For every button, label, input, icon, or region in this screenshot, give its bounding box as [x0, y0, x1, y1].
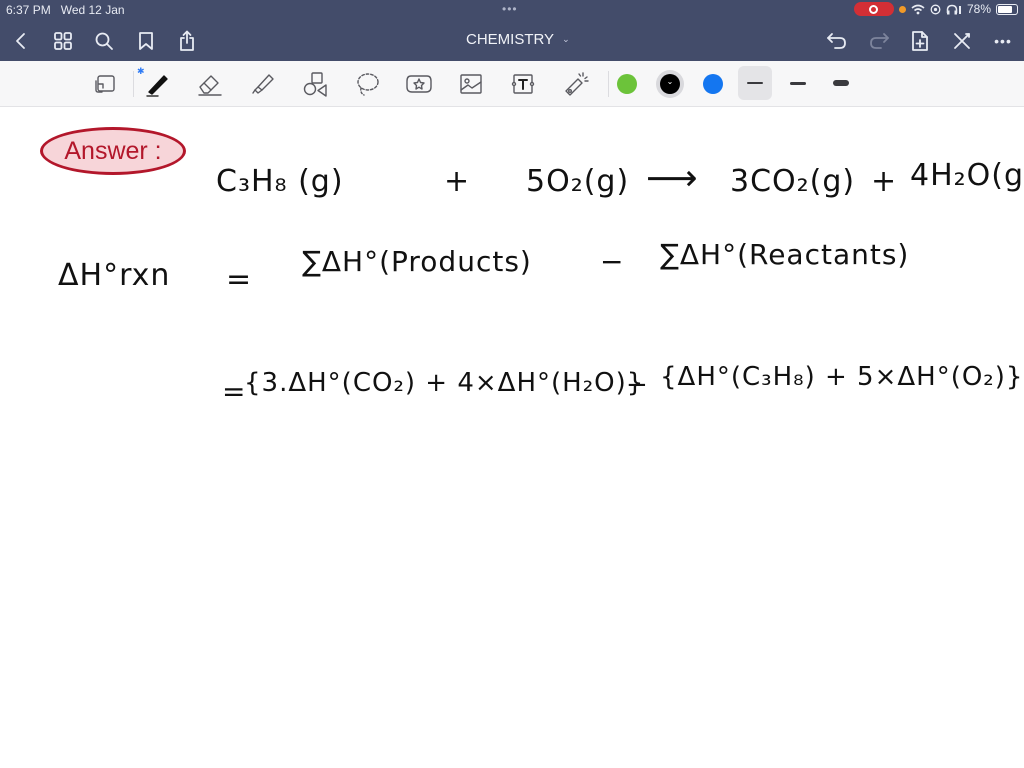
battery-level-fill: [998, 5, 1013, 13]
headphones-icon: [946, 4, 961, 14]
screen-recording-indicator[interactable]: [853, 2, 894, 16]
laser-pointer-icon: [565, 72, 589, 96]
shapes-icon: [303, 72, 327, 97]
reaction-plus: +: [871, 164, 898, 199]
note-canvas[interactable]: [0, 107, 1024, 768]
search-button[interactable]: [91, 28, 117, 54]
add-page-button[interactable]: [907, 28, 933, 54]
status-clock: 6:37 PM: [6, 3, 51, 17]
lasso-icon: [357, 73, 379, 96]
reaction-reactant-propane: C₃H₈ (g): [216, 164, 344, 199]
thick-line-icon: [833, 80, 849, 86]
chevron-down-icon: ⌄: [562, 34, 570, 44]
thin-line-icon: [747, 82, 763, 84]
chevron-down-icon: ⌄: [666, 77, 674, 86]
toolbar-toggle-icon: [95, 75, 115, 93]
sum-products-term: ∑ΔH°(Products): [302, 245, 532, 278]
thickness-medium[interactable]: [781, 66, 815, 100]
search-icon: [95, 32, 113, 50]
answer-badge: Answer :: [40, 127, 186, 175]
wifi-icon: [911, 4, 925, 14]
products-expansion: {3.ΔH°(CO₂) + 4×ΔH°(H₂O)}: [244, 368, 645, 398]
text-tool[interactable]: [508, 69, 538, 99]
toolbar-divider: [608, 71, 609, 97]
redo-button[interactable]: [866, 28, 892, 54]
document-title: CHEMISTRY: [466, 31, 555, 48]
thumbnails-button[interactable]: [50, 28, 76, 54]
more-button[interactable]: •••: [990, 28, 1016, 54]
equals-sign: =: [222, 375, 247, 408]
minus-sign: −: [626, 370, 649, 400]
reaction-arrow: ⟶: [646, 158, 699, 199]
shapes-tool[interactable]: [300, 69, 330, 99]
highlighter-tool[interactable]: [248, 69, 278, 99]
undo-icon: [827, 33, 846, 49]
sticker-star-icon: [406, 75, 432, 93]
equals-sign: =: [226, 262, 253, 297]
image-tool[interactable]: [456, 69, 486, 99]
status-date: Wed 12 Jan: [60, 3, 125, 17]
delta-h-rxn: ΔH°rxn: [58, 258, 171, 293]
reaction-reactant-oxygen: 5O₂(g): [526, 164, 630, 199]
image-icon: [460, 74, 482, 94]
pen-tools-close-icon: [954, 33, 970, 49]
pen-tool[interactable]: [142, 69, 172, 99]
color-swatch-blue[interactable]: [703, 74, 723, 94]
sum-reactants-term: ∑ΔH°(Reactants): [660, 238, 910, 271]
pen-icon: [146, 75, 168, 97]
document-title-dropdown[interactable]: CHEMISTRY ⌄: [466, 31, 570, 48]
undo-button[interactable]: [824, 28, 850, 54]
battery-percent: 78%: [966, 2, 991, 16]
orientation-lock-icon: [930, 4, 941, 14]
toolbar-toggle-button[interactable]: [90, 69, 120, 99]
status-indicators: 78%: [853, 2, 1018, 16]
add-page-icon: [912, 31, 928, 51]
text-box-icon: [511, 74, 535, 94]
eraser-tool[interactable]: [195, 69, 225, 99]
share-button[interactable]: [174, 28, 200, 54]
share-icon: [180, 30, 194, 51]
back-button[interactable]: [8, 28, 34, 54]
color-swatch-black[interactable]: ⌄: [660, 74, 680, 94]
reaction-product-water: 4H₂O(g: [910, 158, 1024, 193]
elements-tool[interactable]: [404, 69, 434, 99]
status-time: 6:37 PM Wed 12 Jan: [6, 3, 125, 17]
eraser-icon: [198, 75, 222, 96]
more-icon: •••: [994, 33, 1012, 49]
reaction-product-co2: 3CO₂(g): [730, 164, 856, 199]
reaction-plus: +: [444, 164, 471, 199]
back-icon: [16, 33, 25, 49]
highlighter-icon: [252, 74, 274, 94]
bookmark-button[interactable]: [133, 28, 159, 54]
reactants-expansion: {ΔH°(C₃H₈) + 5×ΔH°(O₂)}: [660, 362, 1024, 392]
multitasking-dots[interactable]: •••: [502, 2, 518, 16]
minus-sign: −: [600, 245, 625, 278]
bookmark-icon: [139, 32, 153, 50]
grid-icon: [54, 32, 72, 50]
thickness-thin[interactable]: [738, 66, 772, 100]
lasso-tool[interactable]: [353, 69, 383, 99]
close-pen-tools-button[interactable]: [949, 28, 975, 54]
thickness-thick[interactable]: [824, 66, 858, 100]
color-swatch-green[interactable]: [617, 74, 637, 94]
top-bar: 6:37 PM Wed 12 Jan ••• 78% CHEMISTRY ⌄ •…: [0, 0, 1024, 61]
redo-icon: [870, 33, 889, 49]
bluetooth-pencil-icon: ✱: [137, 66, 145, 76]
pen-toolbar: [0, 61, 1024, 107]
toolbar-divider: [133, 71, 134, 97]
microphone-in-use-dot: [898, 5, 906, 13]
medium-line-icon: [790, 81, 806, 85]
record-icon: [869, 4, 879, 14]
laser-pointer-tool[interactable]: [561, 69, 591, 99]
battery-icon: [996, 3, 1018, 15]
